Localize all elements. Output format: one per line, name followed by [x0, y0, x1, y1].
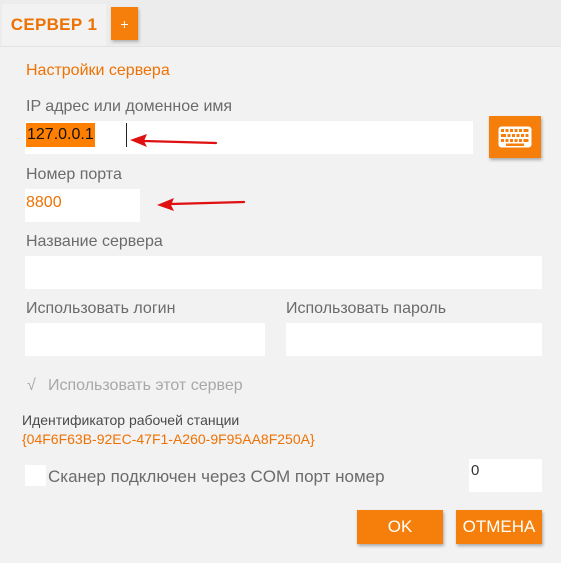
login-label: Использовать логин	[26, 300, 176, 317]
ok-button[interactable]: OK	[357, 510, 443, 544]
keyboard-button[interactable]	[489, 116, 541, 158]
password-label: Использовать пароль	[286, 300, 447, 317]
com-port-value: 0	[471, 462, 480, 479]
server-name-input[interactable]	[25, 256, 542, 289]
section-title: Настройки сервера	[26, 62, 170, 79]
add-tab-button[interactable]: +	[111, 7, 138, 40]
use-server-checkbox[interactable]: √	[27, 377, 36, 395]
red-arrow-icon	[130, 134, 218, 147]
com-port-label: Сканер подключен через COM порт номер	[48, 467, 385, 486]
port-value: 8800	[26, 194, 62, 211]
tab-server-1[interactable]: СЕРВЕР 1	[2, 4, 106, 46]
password-input[interactable]	[286, 323, 542, 356]
workstation-id-value: {04F6F63B-92EC-47F1-A260-9F95AA8F250A}	[22, 431, 315, 447]
port-label: Номер порта	[26, 166, 122, 183]
login-input[interactable]	[25, 323, 265, 356]
keyboard-icon	[498, 126, 532, 148]
cancel-button[interactable]: ОТМЕНА	[456, 510, 542, 544]
com-port-checkbox[interactable]	[25, 465, 46, 486]
divider	[0, 46, 561, 47]
server-name-label: Название сервера	[26, 233, 163, 250]
com-port-input[interactable]	[469, 459, 542, 492]
text-caret	[126, 123, 127, 147]
workstation-id-label: Идентификатор рабочей станции	[22, 412, 240, 428]
use-server-label: Использовать этот сервер	[48, 377, 243, 394]
ip-label: IP адрес или доменное имя	[26, 98, 233, 115]
red-arrow-icon	[157, 198, 246, 211]
ip-value: 127.0.0.1	[26, 123, 95, 147]
